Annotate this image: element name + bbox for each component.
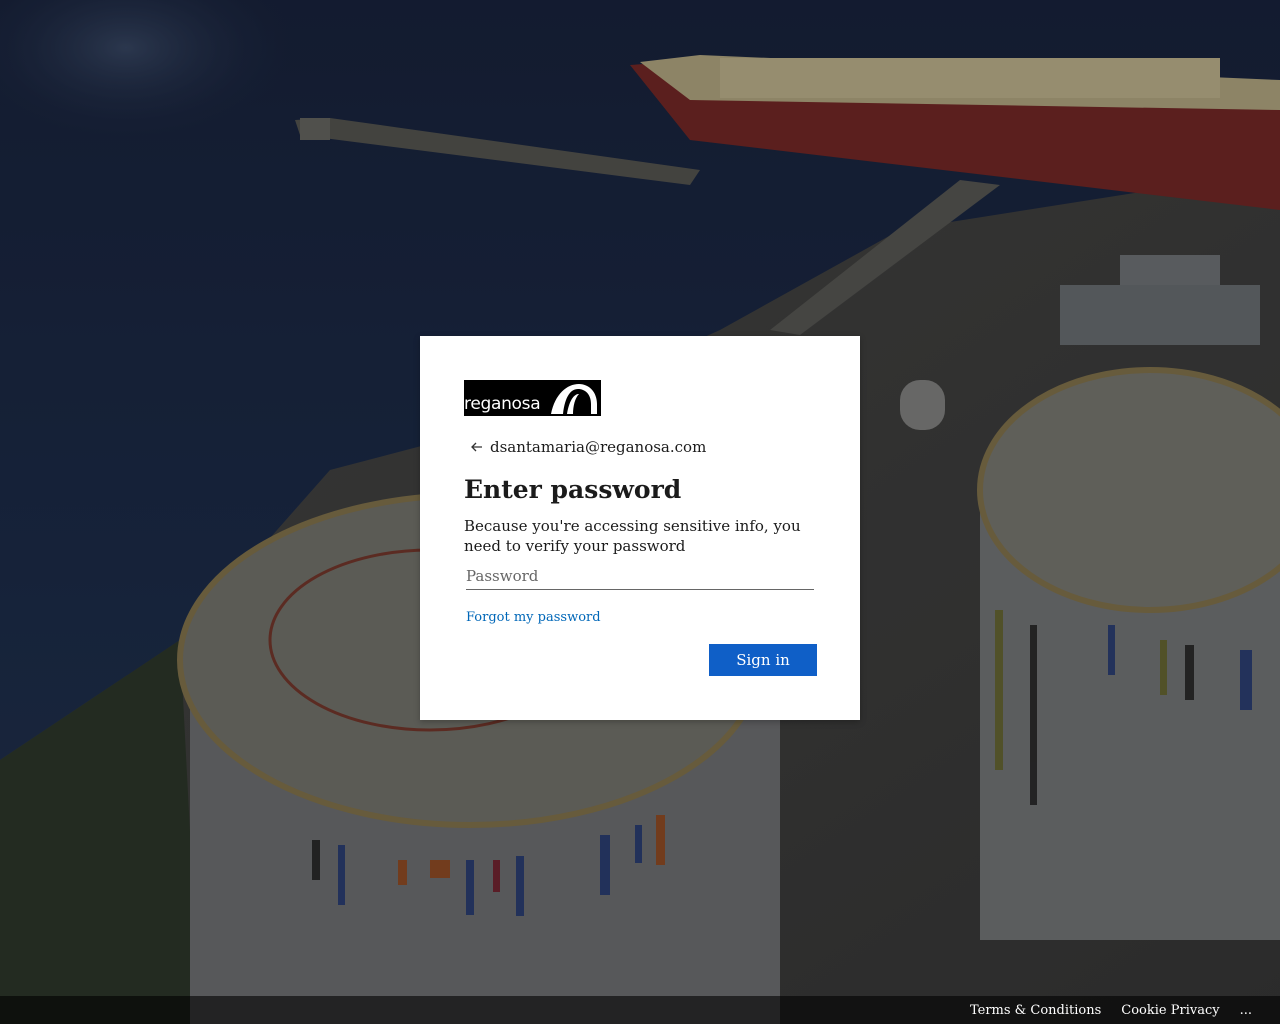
forgot-password-link[interactable]: Forgot my password — [466, 610, 601, 625]
description-text: Because you're accessing sensitive info,… — [464, 517, 801, 555]
arrow-left-icon[interactable] — [466, 436, 488, 458]
privacy-link[interactable]: Cookie Privacy — [1121, 1003, 1219, 1018]
page-title: Enter password — [464, 475, 682, 504]
button-row: Sign in — [464, 644, 817, 676]
footer: Terms & Conditions Cookie Privacy ... — [0, 996, 1280, 1024]
reganosa-logo: reganosa — [464, 380, 601, 416]
more-options-link[interactable]: ... — [1240, 1003, 1252, 1018]
sign-in-button[interactable]: Sign in — [709, 644, 817, 676]
terms-link[interactable]: Terms & Conditions — [970, 1003, 1101, 1018]
identity-email: dsantamaria@reganosa.com — [490, 438, 707, 456]
signin-card: reganosa dsantamaria@reganosa.com Enter … — [420, 336, 860, 720]
identity-banner: dsantamaria@reganosa.com — [464, 436, 816, 458]
logo-text: reganosa — [464, 394, 541, 414]
password-input[interactable] — [466, 562, 814, 590]
reganosa-arch-logo-icon — [551, 384, 597, 414]
